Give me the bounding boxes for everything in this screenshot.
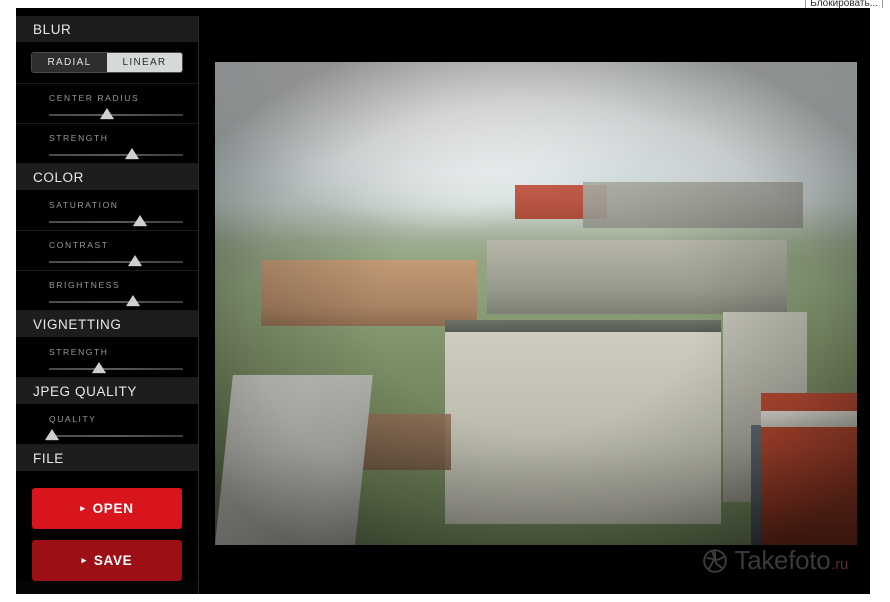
page-gutter-bottom [0, 594, 890, 602]
save-button-label: SAVE [93, 553, 133, 568]
slider-center-radius[interactable] [49, 108, 183, 122]
slider-handle-vignette-strength[interactable] [91, 362, 106, 373]
slider-row-blur-strength: STRENGTH [16, 124, 198, 164]
slider-row-contrast: CONTRAST [16, 231, 198, 271]
building-front-tower-roof [445, 320, 721, 332]
slider-handle-brightness[interactable] [126, 295, 141, 306]
brick-wall-cap [761, 411, 857, 427]
slider-track [49, 261, 183, 263]
slider-label-quality: QUALITY [49, 414, 97, 424]
slider-brightness[interactable] [49, 295, 183, 309]
page-gutter-right [870, 8, 890, 594]
slider-label-blur-strength: STRENGTH [49, 133, 109, 143]
slider-track [49, 221, 183, 223]
watermark: Takefoto .ru [702, 545, 848, 576]
slider-row-center-radius: CENTER RADIUS [16, 84, 198, 124]
open-button[interactable]: ▸ OPEN [32, 488, 182, 529]
open-button-label: OPEN [92, 501, 134, 516]
watermark-text: Takefoto [734, 545, 831, 575]
tools-sidebar: BLUR RADIAL LINEAR CENTER RADIUS STRENGT… [16, 16, 199, 594]
slider-blur-strength[interactable] [49, 148, 183, 162]
slider-handle-contrast[interactable] [127, 255, 142, 266]
slider-label-center-radius: CENTER RADIUS [49, 93, 140, 103]
save-button[interactable]: ▸ SAVE [32, 540, 182, 581]
slider-track [49, 301, 183, 303]
section-header-vignetting: VIGNETTING [16, 311, 198, 338]
page-gutter-left [0, 8, 16, 594]
slider-track [49, 435, 183, 437]
blur-mode-segmented-control[interactable]: RADIAL LINEAR [31, 52, 183, 73]
section-header-color: COLOR [16, 164, 198, 191]
caret-right-icon: ▸ [80, 503, 86, 513]
slider-row-brightness: BRIGHTNESS [16, 271, 198, 311]
slider-row-quality: QUALITY [16, 405, 198, 445]
slider-handle-center-radius[interactable] [99, 108, 114, 119]
slider-contrast[interactable] [49, 255, 183, 269]
slider-row-saturation: SATURATION [16, 191, 198, 231]
slider-track [49, 114, 183, 116]
building-grey-row-right [487, 240, 787, 314]
slider-saturation[interactable] [49, 215, 183, 229]
slider-handle-blur-strength[interactable] [125, 148, 140, 159]
aperture-icon [702, 548, 727, 573]
slider-handle-saturation[interactable] [133, 215, 148, 226]
section-header-file: FILE [16, 445, 198, 472]
blur-mode-linear-button[interactable]: LINEAR [107, 53, 182, 72]
watermark-suffix: .ru [831, 556, 848, 573]
file-actions: ▸ OPEN ▸ SAVE [16, 472, 198, 581]
browser-top-strip [0, 0, 890, 8]
slider-track [49, 368, 183, 370]
slider-label-contrast: CONTRAST [49, 240, 109, 250]
building-grey-row-far [583, 182, 803, 228]
slider-handle-quality[interactable] [44, 429, 59, 440]
section-header-blur: BLUR [16, 16, 198, 43]
slider-label-vignette-strength: STRENGTH [49, 347, 109, 357]
app-stage: BLUR RADIAL LINEAR CENTER RADIUS STRENGT… [0, 8, 890, 594]
building-tan-row-left [261, 260, 477, 326]
slider-quality[interactable] [44, 429, 183, 443]
slider-track [49, 154, 183, 156]
building-front-tower [445, 324, 721, 524]
blur-mode-row: RADIAL LINEAR [16, 43, 198, 84]
section-header-jpeg-quality: JPEG QUALITY [16, 378, 198, 405]
concrete-ledge-foreground [215, 375, 373, 545]
slider-row-vignette-strength: STRENGTH [16, 338, 198, 378]
caret-right-icon: ▸ [81, 555, 87, 565]
blur-mode-radial-button[interactable]: RADIAL [32, 53, 107, 72]
slider-label-saturation: SATURATION [49, 200, 119, 210]
slider-label-brightness: BRIGHTNESS [49, 280, 121, 290]
photo-preview[interactable] [215, 62, 857, 545]
photo-canvas-area[interactable]: Takefoto .ru [199, 16, 870, 594]
slider-vignette-strength[interactable] [49, 362, 183, 376]
